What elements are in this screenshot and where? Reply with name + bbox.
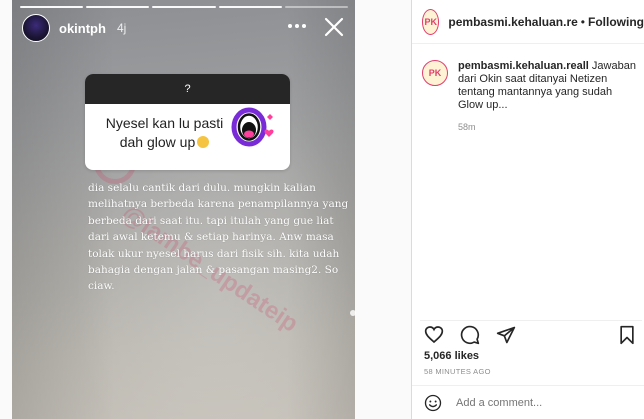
share-icon[interactable] (496, 325, 516, 345)
story-time: 4j (116, 21, 127, 35)
comment-icon[interactable] (460, 325, 480, 345)
account-username[interactable]: pembasmi.kehaluan.re (448, 15, 577, 29)
story-progress (20, 6, 349, 8)
account-avatar[interactable]: PK (422, 8, 440, 35)
comment-row (412, 385, 644, 419)
post-header: PK pembasmi.kehaluan.re • Following (412, 0, 644, 44)
story-viewer: @lambe_updateip okintph 4j ? Nyesel kan … (0, 0, 411, 419)
progress-segment (86, 6, 150, 8)
progress-segment (20, 6, 84, 8)
caption-body: pembasmi.kehaluan.reall Jawaban dari Oki… (458, 60, 637, 112)
progress-segment (152, 6, 216, 8)
story-header: okintph 4j (22, 14, 126, 42)
post-actions (420, 320, 642, 346)
question-header: ? (85, 74, 290, 104)
story-username[interactable]: okintph (59, 21, 106, 36)
story-answer-text: dia selalu cantik dari dulu. mungkin kal… (88, 182, 349, 293)
separator-dot: • (580, 14, 585, 29)
story-avatar[interactable] (22, 14, 50, 42)
question-line-2: dah glow up (99, 133, 230, 152)
heart-icon[interactable] (424, 325, 444, 344)
following-button[interactable]: Following (588, 15, 644, 29)
progress-segment (218, 6, 282, 8)
smiley-icon (197, 136, 210, 148)
close-icon[interactable] (323, 16, 345, 38)
caption: PK pembasmi.kehaluan.reall Jawaban dari … (422, 60, 637, 132)
question-line: dah glow up (119, 134, 196, 150)
bookmark-icon[interactable] (618, 325, 636, 345)
question-line: Nyesel kan lu pasti (105, 115, 224, 131)
post-timestamp: 58 MINUTES AGO (424, 367, 491, 376)
comment-input[interactable] (456, 396, 606, 409)
post-panel: PK pembasmi.kehaluan.re • Following PK p… (411, 0, 644, 419)
more-icon[interactable] (288, 24, 306, 28)
story-dot (350, 310, 356, 316)
caption-time: 58m (458, 122, 476, 132)
smiley-icon[interactable] (424, 394, 442, 412)
caption-avatar[interactable]: PK (422, 60, 448, 86)
caption-username[interactable]: pembasmi.kehaluan.reall (458, 60, 589, 72)
likes-count[interactable]: 5,066 likes (424, 350, 479, 362)
shouting-mouth-icon (231, 107, 274, 147)
progress-segment (284, 6, 349, 8)
